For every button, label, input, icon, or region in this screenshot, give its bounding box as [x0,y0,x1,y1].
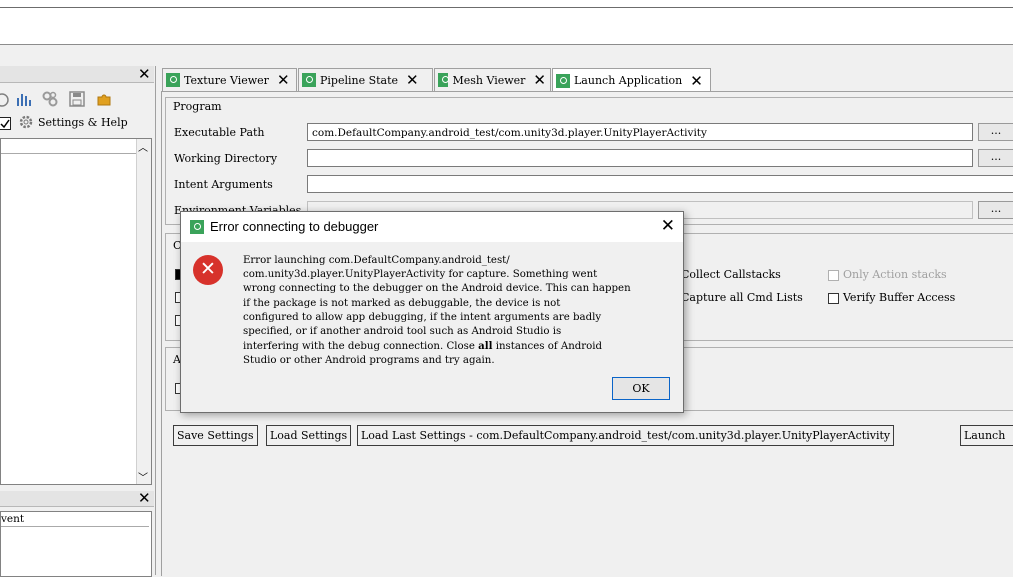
message-text: Error launching com.DefaultCompany.andro… [243,255,631,353]
tab-label: Launch Application [574,74,683,87]
intent-arguments-label: Intent Arguments [174,178,273,191]
tab-label: Pipeline State [320,73,399,87]
event-list[interactable]: vent [0,511,152,577]
tab-texture-viewer[interactable]: Texture Viewer ✕ [162,68,297,91]
puzzle-icon[interactable] [96,91,112,107]
chart-icon[interactable] [16,91,32,107]
close-icon[interactable]: ✕ [533,71,546,89]
error-icon: ✕ [193,255,223,285]
app-icon [166,73,180,87]
divider [0,7,1013,8]
browse-directory-button[interactable]: ... [978,149,1013,167]
checkbox[interactable] [0,117,11,130]
left-panel-titlebar: ✕ [0,66,154,83]
verify-buffer-access-checkbox[interactable] [828,293,839,304]
close-icon[interactable]: ✕ [277,71,290,89]
browse-environment-button[interactable]: ... [978,201,1013,219]
program-group: Program Executable Path com.DefaultCompa… [165,97,1013,225]
collect-callstacks-label[interactable]: Collect Callstacks [681,268,781,281]
vertical-scrollbar[interactable]: ︿ ﹀ [136,139,151,484]
save-icon[interactable] [69,91,85,107]
top-toolbar-area [0,0,1013,45]
app-icon [438,73,450,87]
settings-help-button[interactable]: Settings & Help [38,116,128,129]
refresh-icon[interactable] [0,92,10,108]
dialog-title: Error connecting to debugger [210,219,379,234]
close-icon[interactable]: ✕ [406,71,419,89]
load-settings-button[interactable]: Load Settings [266,425,352,446]
list-header [1,139,136,154]
tab-launch-application[interactable]: Launch Application ✕ [552,68,711,92]
load-last-settings-button[interactable]: Load Last Settings - com.DefaultCompany.… [357,425,895,446]
dialog-message: Error launching com.DefaultCompany.andro… [243,254,673,369]
browse-executable-button[interactable]: ... [978,123,1013,141]
executable-path-input[interactable]: com.DefaultCompany.android_test/com.unit… [307,123,973,141]
ok-button[interactable]: OK [612,377,670,400]
chevron-down-icon[interactable]: ﹀ [138,469,148,484]
left-panel: ✕ Settings & Help ︿ ﹀ ✕ vent [0,66,156,577]
app-icon [190,220,204,234]
only-action-stacks-label[interactable]: Only Action stacks [843,268,947,281]
close-icon[interactable]: ✕ [138,67,151,82]
close-icon[interactable]: ✕ [690,72,703,90]
gear-icon[interactable] [18,114,34,130]
event-panel-titlebar: ✕ [0,491,154,507]
chevron-up-icon[interactable]: ︿ [138,139,148,154]
app-icon [302,73,316,87]
close-icon[interactable]: ✕ [138,491,151,506]
tab-mesh-viewer[interactable]: Mesh Viewer ✕ [434,68,551,91]
gear-cluster-icon[interactable] [42,91,58,107]
capture-cmd-lists-label[interactable]: Capture all Cmd Lists [681,291,803,304]
event-column-header[interactable]: vent [1,512,149,527]
working-directory-label: Working Directory [174,152,278,165]
event-browser-list[interactable]: ︿ ﹀ [0,138,152,485]
intent-arguments-input[interactable] [307,175,1013,193]
verify-buffer-access-label[interactable]: Verify Buffer Access [843,291,955,304]
working-directory-input[interactable] [307,149,973,167]
dialog-titlebar: Error connecting to debugger ✕ [181,212,683,242]
launch-button[interactable]: Launch [960,425,1013,446]
tab-label: Mesh Viewer [452,73,526,87]
tab-label: Texture Viewer [184,73,269,87]
group-title: Program [173,100,222,113]
tab-pipeline-state[interactable]: Pipeline State ✕ [298,68,433,91]
event-panel: ✕ vent [0,491,154,577]
message-bold-text: all [478,340,493,353]
executable-path-label: Executable Path [174,126,265,139]
close-icon[interactable]: ✕ [661,216,675,236]
error-dialog: Error connecting to debugger ✕ ✕ Error l… [180,211,684,413]
only-action-stacks-checkbox[interactable] [828,270,839,281]
app-icon [556,73,570,88]
save-settings-button[interactable]: Save Settings [173,425,258,446]
